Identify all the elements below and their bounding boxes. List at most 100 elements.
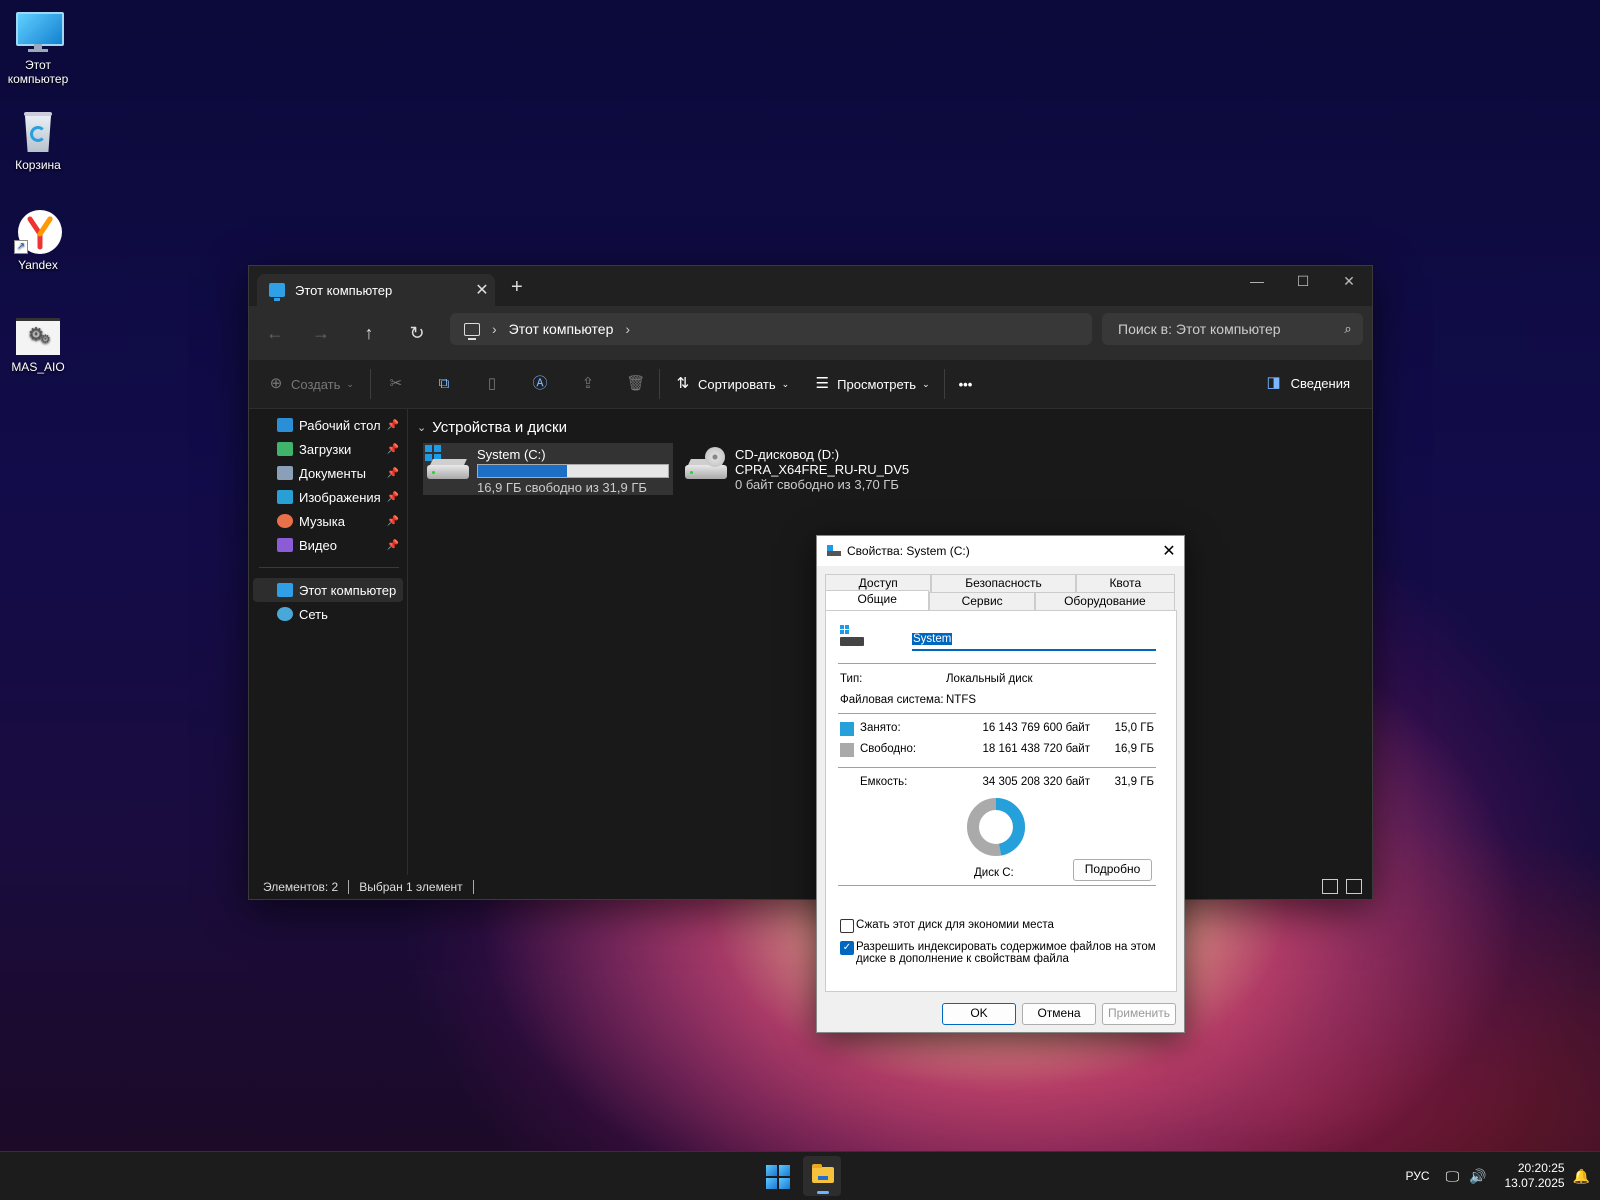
pin-icon[interactable]: 📌 bbox=[387, 444, 399, 455]
more-options-button[interactable]: ••• bbox=[959, 377, 973, 392]
search-box[interactable]: Поиск в: Этот компьютер ⌕ bbox=[1102, 313, 1363, 345]
cut-button[interactable]: ✂ bbox=[385, 373, 407, 395]
index-label: Разрешить индексировать содержимое файло… bbox=[856, 941, 1156, 953]
tab-this-pc[interactable]: Этот компьютер ✕ bbox=[257, 274, 495, 306]
details-pane-icon: ◨ bbox=[1266, 374, 1281, 391]
up-button[interactable]: ↑ bbox=[355, 319, 383, 347]
search-icon: ⌕ bbox=[1344, 321, 1352, 336]
language-indicator[interactable]: РУС bbox=[1406, 1169, 1430, 1183]
drive-c[interactable]: System (C:) 16,9 ГБ свободно из 31,9 ГБ bbox=[423, 443, 673, 495]
chevron-right-icon[interactable]: › bbox=[625, 321, 630, 337]
sort-icon: ⇅ bbox=[676, 375, 690, 392]
start-button[interactable] bbox=[766, 1165, 790, 1189]
navigation-pane: Рабочий стол 📌 Загрузки 📌 Документы 📌 Из… bbox=[249, 409, 408, 875]
drive-d[interactable]: CD-дисковод (D:) CPRA_X64FRE_RU-RU_DV5 0… bbox=[681, 443, 921, 495]
clock[interactable]: 20:20:25 13.07.2025 bbox=[1505, 1161, 1565, 1191]
tab-quota[interactable]: Квота bbox=[1075, 574, 1175, 592]
plus-circle-icon: ⊕ bbox=[269, 375, 283, 392]
desktop-icon-this-pc[interactable]: Этот компьютер bbox=[0, 10, 76, 86]
pictures-icon bbox=[277, 490, 293, 504]
details-label: Сведения bbox=[1290, 375, 1350, 391]
chevron-down-icon: ⌄ bbox=[781, 378, 790, 389]
pin-icon[interactable]: 📌 bbox=[387, 492, 399, 503]
ok-button[interactable]: OK bbox=[942, 1003, 1016, 1025]
sidebar-item-documents[interactable]: Документы 📌 bbox=[253, 461, 403, 485]
index-checkbox[interactable]: ✓ bbox=[840, 941, 854, 955]
close-window-button[interactable]: ✕ bbox=[1326, 266, 1372, 298]
rename-icon: Ⓐ bbox=[532, 375, 548, 392]
paste-button[interactable]: ▯ bbox=[481, 373, 503, 395]
drive-free-space: 0 байт свободно из 3,70 ГБ bbox=[735, 477, 899, 492]
file-explorer-window: Этот компьютер ✕ + — ☐ ✕ ← → ↑ ↻ › Этот … bbox=[248, 265, 1373, 900]
desktop-icon-label: Корзина bbox=[15, 158, 61, 172]
details-pane-button[interactable]: ◨ Сведения bbox=[1263, 372, 1350, 394]
sidebar-item-music[interactable]: Музыка 📌 bbox=[253, 509, 403, 533]
clipboard-icon: ▯ bbox=[487, 375, 497, 392]
create-button[interactable]: ⊕ Создать ⌄ bbox=[265, 373, 354, 395]
general-panel: System Тип: Локальный диск Файловая сист… bbox=[825, 610, 1177, 992]
new-tab-button[interactable]: + bbox=[511, 276, 523, 299]
recycle-bin-icon bbox=[16, 110, 60, 154]
sort-button[interactable]: ⇅ Сортировать ⌄ bbox=[672, 373, 790, 395]
minimize-button[interactable]: — bbox=[1234, 266, 1280, 298]
taskbar: РУС 🖵 🔊 20:20:25 13.07.2025 🔔 bbox=[0, 1151, 1600, 1200]
breadcrumb[interactable]: Этот компьютер bbox=[509, 321, 614, 337]
maximize-button[interactable]: ☐ bbox=[1280, 266, 1326, 298]
pin-icon[interactable]: 📌 bbox=[387, 516, 399, 527]
sidebar-item-pictures[interactable]: Изображения 📌 bbox=[253, 485, 403, 509]
search-input[interactable]: Поиск в: Этот компьютер bbox=[1102, 321, 1333, 337]
divider bbox=[943, 369, 945, 399]
desktop-icon-yandex[interactable]: ↗ Yandex bbox=[0, 210, 76, 272]
sidebar-item-desktop[interactable]: Рабочий стол 📌 bbox=[253, 413, 403, 437]
taskbar-file-explorer[interactable] bbox=[803, 1156, 841, 1196]
free-color-swatch bbox=[840, 743, 854, 757]
group-header-label: Устройства и диски bbox=[432, 419, 567, 436]
desktop-icon-recycle-bin[interactable]: Корзина bbox=[0, 110, 76, 172]
volume-name-input[interactable]: System bbox=[912, 631, 1156, 651]
group-header[interactable]: ⌄ Устройства и диски bbox=[417, 419, 567, 436]
tiles-view-icon[interactable] bbox=[1346, 879, 1362, 894]
tab-tools[interactable]: Сервис bbox=[929, 592, 1035, 610]
used-color-swatch bbox=[840, 722, 854, 736]
chevron-right-icon[interactable]: › bbox=[492, 321, 497, 337]
view-label: Просмотреть bbox=[837, 376, 917, 392]
refresh-button[interactable]: ↻ bbox=[403, 319, 431, 347]
forward-button[interactable]: → bbox=[307, 319, 335, 347]
sidebar-item-network[interactable]: Сеть bbox=[253, 602, 403, 626]
tab-hardware[interactable]: Оборудование bbox=[1034, 592, 1176, 610]
details-view-icon[interactable] bbox=[1322, 879, 1338, 894]
rename-button[interactable]: Ⓐ bbox=[529, 373, 551, 395]
address-bar[interactable]: › Этот компьютер › bbox=[450, 313, 1092, 345]
sidebar-item-videos[interactable]: Видео 📌 bbox=[253, 533, 403, 557]
video-icon bbox=[277, 538, 293, 552]
close-tab-icon[interactable]: ✕ bbox=[469, 280, 495, 300]
pin-icon[interactable]: 📌 bbox=[387, 420, 399, 431]
sidebar-item-downloads[interactable]: Загрузки 📌 bbox=[253, 437, 403, 461]
sidebar-item-this-pc[interactable]: Этот компьютер bbox=[253, 578, 403, 602]
copy-icon: ⧉ bbox=[438, 375, 450, 392]
view-button[interactable]: ☰ Просмотреть ⌄ bbox=[811, 373, 929, 395]
disk-label: Диск C: bbox=[974, 867, 1014, 879]
network-icon[interactable]: 🖵 bbox=[1446, 1168, 1460, 1185]
volume-icon[interactable]: 🔊 bbox=[1469, 1168, 1486, 1185]
share-button[interactable]: ⇪ bbox=[577, 373, 599, 395]
clock-date: 13.07.2025 bbox=[1504, 1176, 1565, 1190]
system-drive-icon bbox=[423, 443, 471, 483]
tab-security[interactable]: Безопасность bbox=[931, 574, 1076, 592]
pin-icon[interactable]: 📌 bbox=[387, 468, 399, 479]
back-button[interactable]: ← bbox=[261, 319, 289, 347]
details-button[interactable]: Подробно bbox=[1073, 859, 1152, 881]
cancel-button[interactable]: Отмена bbox=[1022, 1003, 1096, 1025]
compress-checkbox[interactable] bbox=[840, 919, 854, 933]
pin-icon[interactable]: 📌 bbox=[387, 540, 399, 551]
apply-button[interactable]: Применить bbox=[1102, 1003, 1176, 1025]
desktop-icon-label: MAS_AIO bbox=[11, 360, 65, 374]
desktop-icon-mas-aio[interactable]: ⚙ ⚙ MAS_AIO bbox=[0, 312, 76, 374]
capacity-bytes: 34 305 208 320 байт bbox=[982, 776, 1090, 788]
close-dialog-icon[interactable]: ✕ bbox=[1154, 541, 1184, 561]
divider bbox=[259, 567, 399, 568]
copy-button[interactable]: ⧉ bbox=[433, 373, 455, 395]
notification-bell-icon[interactable]: 🔔 bbox=[1573, 1168, 1590, 1185]
drive-volume-label: CPRA_X64FRE_RU-RU_DV5 bbox=[735, 462, 910, 477]
delete-button[interactable]: 🗑 bbox=[625, 373, 647, 395]
